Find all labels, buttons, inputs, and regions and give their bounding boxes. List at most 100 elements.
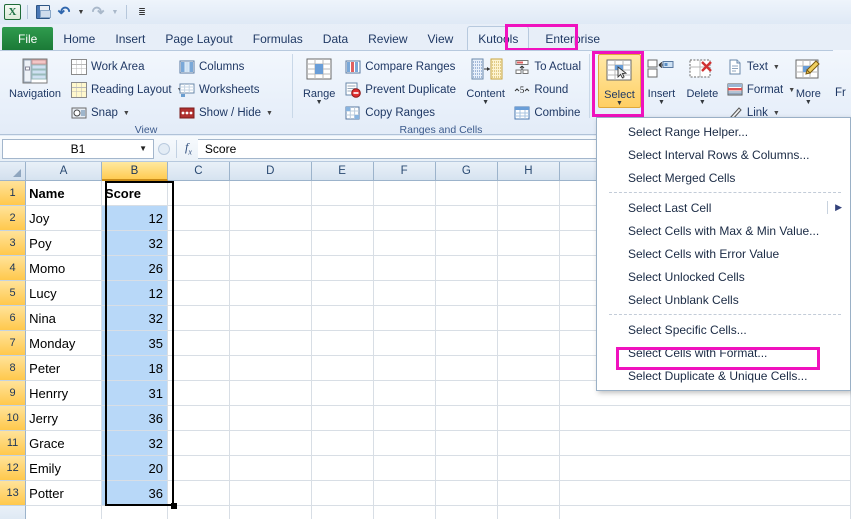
tab-data[interactable]: Data: [313, 28, 358, 50]
cell-E8[interactable]: [311, 356, 374, 381]
cell-G7[interactable]: [436, 331, 499, 356]
redo-icon[interactable]: ↷: [89, 3, 107, 21]
cell-D12[interactable]: [230, 456, 312, 481]
cell-E12[interactable]: [311, 456, 374, 481]
cell-A10[interactable]: Jerry: [26, 406, 102, 431]
cell-H1[interactable]: [498, 181, 561, 206]
tab-page-layout[interactable]: Page Layout: [155, 28, 242, 50]
cell-B13[interactable]: 36: [101, 481, 168, 506]
cell-G13[interactable]: [436, 481, 499, 506]
insert-button[interactable]: Insert ▼: [641, 54, 682, 106]
cell-G9[interactable]: [436, 381, 499, 406]
cell-F8[interactable]: [373, 356, 437, 381]
row-header-7[interactable]: 7: [0, 331, 27, 356]
row-header-1[interactable]: 1: [0, 181, 27, 206]
cell-C13[interactable]: [167, 481, 231, 506]
menu-item-6[interactable]: Select Unlocked Cells: [597, 265, 850, 288]
cell-D6[interactable]: [230, 306, 312, 331]
cell-G12[interactable]: [436, 456, 499, 481]
column-header-g[interactable]: G: [435, 162, 498, 181]
name-box[interactable]: B1 ▼: [2, 138, 154, 159]
cell-C10[interactable]: [167, 406, 231, 431]
cell-A9[interactable]: Henrry: [26, 381, 102, 406]
column-header-c[interactable]: C: [167, 162, 230, 181]
menu-item-0[interactable]: Select Range Helper...: [597, 120, 850, 143]
text-dropdown-icon[interactable]: ▼: [773, 64, 780, 71]
row-header-10[interactable]: 10: [0, 406, 27, 431]
cell-G4[interactable]: [436, 256, 499, 281]
navigation-button[interactable]: Navigation: [4, 54, 66, 100]
prevent-duplicate-button[interactable]: Prevent Duplicate: [341, 79, 460, 101]
cell-empty[interactable]: [498, 506, 561, 519]
range-dropdown-icon[interactable]: ▼: [316, 99, 323, 106]
cell-E9[interactable]: [311, 381, 374, 406]
cell-D4[interactable]: [230, 256, 312, 281]
menu-item-10[interactable]: Select Duplicate & Unique Cells...: [597, 364, 850, 387]
cell-B4[interactable]: 26: [101, 256, 168, 281]
menu-item-3[interactable]: Select Last Cell ▶: [597, 196, 850, 219]
cell-A3[interactable]: Poy: [26, 231, 102, 256]
cell-empty[interactable]: [102, 506, 168, 519]
cell-E3[interactable]: [311, 231, 374, 256]
save-icon[interactable]: [34, 3, 52, 21]
cell-E4[interactable]: [311, 256, 374, 281]
row-header-12[interactable]: 12: [0, 456, 27, 481]
cell-D11[interactable]: [230, 431, 312, 456]
cell-A2[interactable]: Joy: [26, 206, 102, 231]
cell-F7[interactable]: [373, 331, 437, 356]
cell-E2[interactable]: [311, 206, 374, 231]
menu-item-5[interactable]: Select Cells with Error Value: [597, 242, 850, 265]
cell-B9[interactable]: 31: [101, 381, 168, 406]
show-hide-button[interactable]: Show / Hide ▼: [175, 102, 285, 124]
more-dropdown-icon[interactable]: ▼: [805, 99, 812, 106]
cell-C7[interactable]: [167, 331, 231, 356]
tab-kutools[interactable]: Kutools: [467, 26, 530, 50]
cell-A13[interactable]: Potter: [26, 481, 102, 506]
cell-F13[interactable]: [373, 481, 437, 506]
cell-B2[interactable]: 12: [101, 206, 168, 231]
cell-H12[interactable]: [498, 456, 561, 481]
cell-H10[interactable]: [498, 406, 561, 431]
redo-dropdown-icon[interactable]: ▼: [110, 3, 120, 21]
menu-item-7[interactable]: Select Unblank Cells: [597, 288, 850, 311]
cell-empty[interactable]: [560, 506, 851, 519]
menu-item-8[interactable]: Select Specific Cells...: [597, 318, 850, 341]
cell-G11[interactable]: [436, 431, 499, 456]
snap-button[interactable]: Snap ▼: [67, 102, 175, 124]
cell-A8[interactable]: Peter: [26, 356, 102, 381]
column-header-a[interactable]: A: [26, 162, 102, 181]
cell-A6[interactable]: Nina: [26, 306, 102, 331]
row-header-empty[interactable]: [0, 506, 27, 519]
insert-dropdown-icon[interactable]: ▼: [658, 99, 665, 106]
cell-X11[interactable]: [560, 431, 851, 456]
cell-H3[interactable]: [498, 231, 561, 256]
cell-A11[interactable]: Grace: [26, 431, 102, 456]
cell-D7[interactable]: [230, 331, 312, 356]
cell-G1[interactable]: [436, 181, 499, 206]
cell-D8[interactable]: [230, 356, 312, 381]
cell-D5[interactable]: [230, 281, 312, 306]
cell-G5[interactable]: [436, 281, 499, 306]
content-dropdown-icon[interactable]: ▼: [482, 99, 489, 106]
cell-C3[interactable]: [167, 231, 231, 256]
cell-B11[interactable]: 32: [101, 431, 168, 456]
cell-E1[interactable]: [311, 181, 374, 206]
columns-button[interactable]: Columns: [175, 56, 285, 78]
cell-C6[interactable]: [167, 306, 231, 331]
menu-item-1[interactable]: Select Interval Rows & Columns...: [597, 143, 850, 166]
row-header-8[interactable]: 8: [0, 356, 27, 381]
tab-insert[interactable]: Insert: [105, 28, 155, 50]
cell-H2[interactable]: [498, 206, 561, 231]
cell-E11[interactable]: [311, 431, 374, 456]
cell-D3[interactable]: [230, 231, 312, 256]
undo-dropdown-icon[interactable]: ▼: [76, 3, 86, 21]
cell-E7[interactable]: [311, 331, 374, 356]
cell-empty[interactable]: [436, 506, 499, 519]
cell-A5[interactable]: Lucy: [26, 281, 102, 306]
cell-F11[interactable]: [373, 431, 437, 456]
cell-B12[interactable]: 20: [101, 456, 168, 481]
column-header-h[interactable]: H: [497, 162, 560, 181]
tab-enterprise[interactable]: Enterprise: [535, 28, 610, 50]
cell-X10[interactable]: [560, 406, 851, 431]
select-all-corner[interactable]: [0, 162, 27, 181]
